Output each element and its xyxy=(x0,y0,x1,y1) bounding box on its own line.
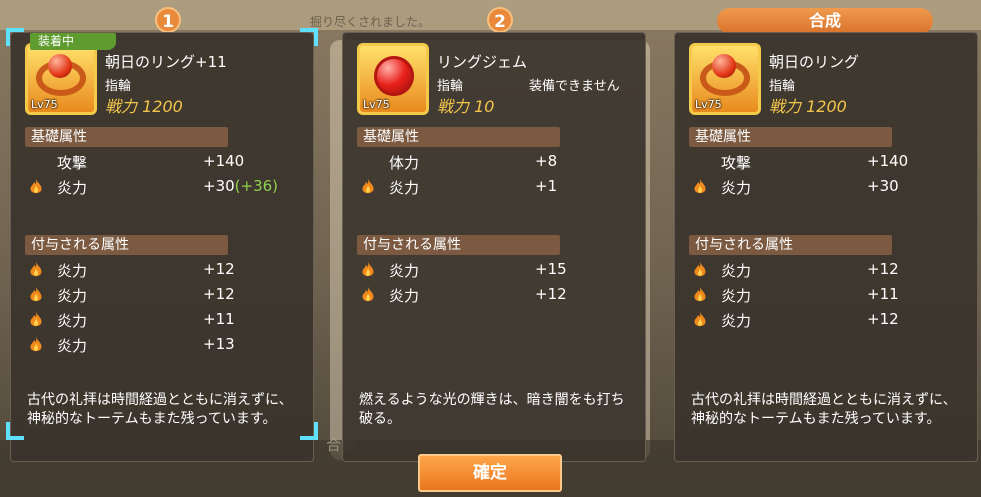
attribute-value: +12 xyxy=(203,260,235,278)
attribute-label: 攻撃 xyxy=(57,154,88,172)
attribute-row: 炎力 +30(+36) xyxy=(27,176,307,198)
flame-icon xyxy=(362,286,374,302)
extra-attribute-row: 炎力 +11 xyxy=(691,284,971,306)
attribute-value: +30 xyxy=(867,177,899,195)
flame-icon xyxy=(30,311,42,327)
base-attributes-header: 基礎属性 xyxy=(689,127,892,147)
slot-number-1: 1 xyxy=(155,7,181,33)
attribute-label: 炎力 xyxy=(389,262,420,280)
item-power: 戦力 1200 xyxy=(769,97,847,116)
extra-attribute-row: 炎力 +12 xyxy=(27,259,307,281)
item-icon-ring: Lv75 xyxy=(689,43,761,115)
attribute-value: +1 xyxy=(535,177,558,195)
extra-attributes-header: 付与される属性 xyxy=(25,235,228,255)
attribute-label: 炎力 xyxy=(57,287,88,305)
flame-icon xyxy=(362,178,374,194)
item-description: 古代の礼拝は時間経過とともに消えずに、神秘的なトーテムもまた残っています。 xyxy=(691,392,957,427)
item-name: 朝日のリング+11 xyxy=(105,53,227,71)
item-level: Lv75 xyxy=(363,98,390,111)
selection-corner xyxy=(6,422,24,440)
attribute-row: 攻撃 +140 xyxy=(27,151,307,173)
base-attributes-header: 基礎属性 xyxy=(25,127,228,147)
flame-icon xyxy=(694,178,706,194)
item-type: 指輪 xyxy=(769,79,796,94)
item-panel-1[interactable]: Lv75 朝日のリング+11 指輪 戦力 1200 基礎属性 攻撃 +140 炎… xyxy=(10,32,314,462)
attribute-value: +11 xyxy=(867,285,899,303)
attribute-value: +13 xyxy=(203,335,235,353)
item-icon-ring: Lv75 xyxy=(25,43,97,115)
item-name: リングジェム xyxy=(437,53,528,71)
attribute-value: +12 xyxy=(867,260,899,278)
attribute-value: +15 xyxy=(535,260,567,278)
attribute-label: 炎力 xyxy=(721,312,752,330)
item-panel-2[interactable]: Lv75 リングジェム 指輪 装備できません 戦力 10 基礎属性 体力 +8 … xyxy=(342,32,646,462)
item-type: 指輪 xyxy=(437,79,464,94)
flame-icon xyxy=(694,311,706,327)
attribute-value: +140 xyxy=(203,152,245,170)
confirm-button[interactable]: 確定 xyxy=(418,454,562,492)
extra-attribute-row: 炎力 +12 xyxy=(691,309,971,331)
item-level: Lv75 xyxy=(695,98,722,111)
attribute-value: +140 xyxy=(867,152,909,170)
equipped-badge: 装着中 xyxy=(30,33,116,50)
extra-attributes-header: 付与される属性 xyxy=(357,235,560,255)
attribute-label: 炎力 xyxy=(57,312,88,330)
attribute-row: 炎力 +1 xyxy=(359,176,639,198)
flame-icon xyxy=(30,336,42,352)
attribute-label: 炎力 xyxy=(721,262,752,280)
attribute-row: 炎力 +30 xyxy=(691,176,971,198)
item-level: Lv75 xyxy=(31,98,58,111)
item-description: 古代の礼拝は時間経過とともに消えずに、神秘的なトーテムもまた残っています。 xyxy=(27,392,293,427)
flame-icon xyxy=(362,261,374,277)
flame-icon xyxy=(30,286,42,302)
selection-corner xyxy=(6,28,24,46)
item-name: 朝日のリング xyxy=(769,53,860,71)
extra-attribute-row: 炎力 +12 xyxy=(691,259,971,281)
background-message: 掘り尽くされました。 xyxy=(310,15,431,29)
extra-attribute-row: 炎力 +12 xyxy=(359,284,639,306)
flame-icon xyxy=(30,261,42,277)
attribute-label: 炎力 xyxy=(389,287,420,305)
attribute-label: 炎力 xyxy=(57,262,88,280)
attribute-bonus: (+36) xyxy=(234,177,279,195)
attribute-label: 攻撃 xyxy=(721,154,752,172)
attribute-value: +12 xyxy=(535,285,567,303)
attribute-value: +11 xyxy=(203,310,235,328)
attribute-label: 炎力 xyxy=(721,287,752,305)
item-icon-gem: Lv75 xyxy=(357,43,429,115)
extra-attribute-row: 炎力 +11 xyxy=(27,309,307,331)
item-description: 燃えるような光の輝きは、暗き闇をも打ち破る。 xyxy=(359,392,625,427)
flame-icon xyxy=(30,178,42,194)
attribute-value: +8 xyxy=(535,152,558,170)
item-power: 戦力 1200 xyxy=(105,97,183,116)
equip-restriction: 装備できません xyxy=(529,79,620,94)
attribute-value: +12 xyxy=(203,285,235,303)
base-attributes-header: 基礎属性 xyxy=(357,127,560,147)
flame-icon xyxy=(694,261,706,277)
attribute-label: 炎力 xyxy=(721,179,752,197)
attribute-value: +30(+36) xyxy=(203,177,279,195)
selection-corner xyxy=(300,28,318,46)
attribute-value: +12 xyxy=(867,310,899,328)
result-panel[interactable]: Lv75 朝日のリング 指輪 戦力 1200 基礎属性 攻撃 +140 炎力 +… xyxy=(674,32,978,462)
item-type: 指輪 xyxy=(105,79,132,94)
attribute-label: 体力 xyxy=(389,154,420,172)
extra-attribute-row: 炎力 +12 xyxy=(27,284,307,306)
flame-icon xyxy=(694,286,706,302)
extra-attributes-header: 付与される属性 xyxy=(689,235,892,255)
attribute-label: 炎力 xyxy=(57,337,88,355)
slot-number-2: 2 xyxy=(487,7,513,33)
extra-attribute-row: 炎力 +15 xyxy=(359,259,639,281)
result-header: 合成 xyxy=(717,8,933,34)
extra-attribute-row: 炎力 +13 xyxy=(27,334,307,356)
item-power: 戦力 10 xyxy=(437,97,495,116)
attribute-row: 攻撃 +140 xyxy=(691,151,971,173)
attribute-row: 体力 +8 xyxy=(359,151,639,173)
selection-corner xyxy=(300,422,318,440)
attribute-label: 炎力 xyxy=(57,179,88,197)
attribute-label: 炎力 xyxy=(389,179,420,197)
